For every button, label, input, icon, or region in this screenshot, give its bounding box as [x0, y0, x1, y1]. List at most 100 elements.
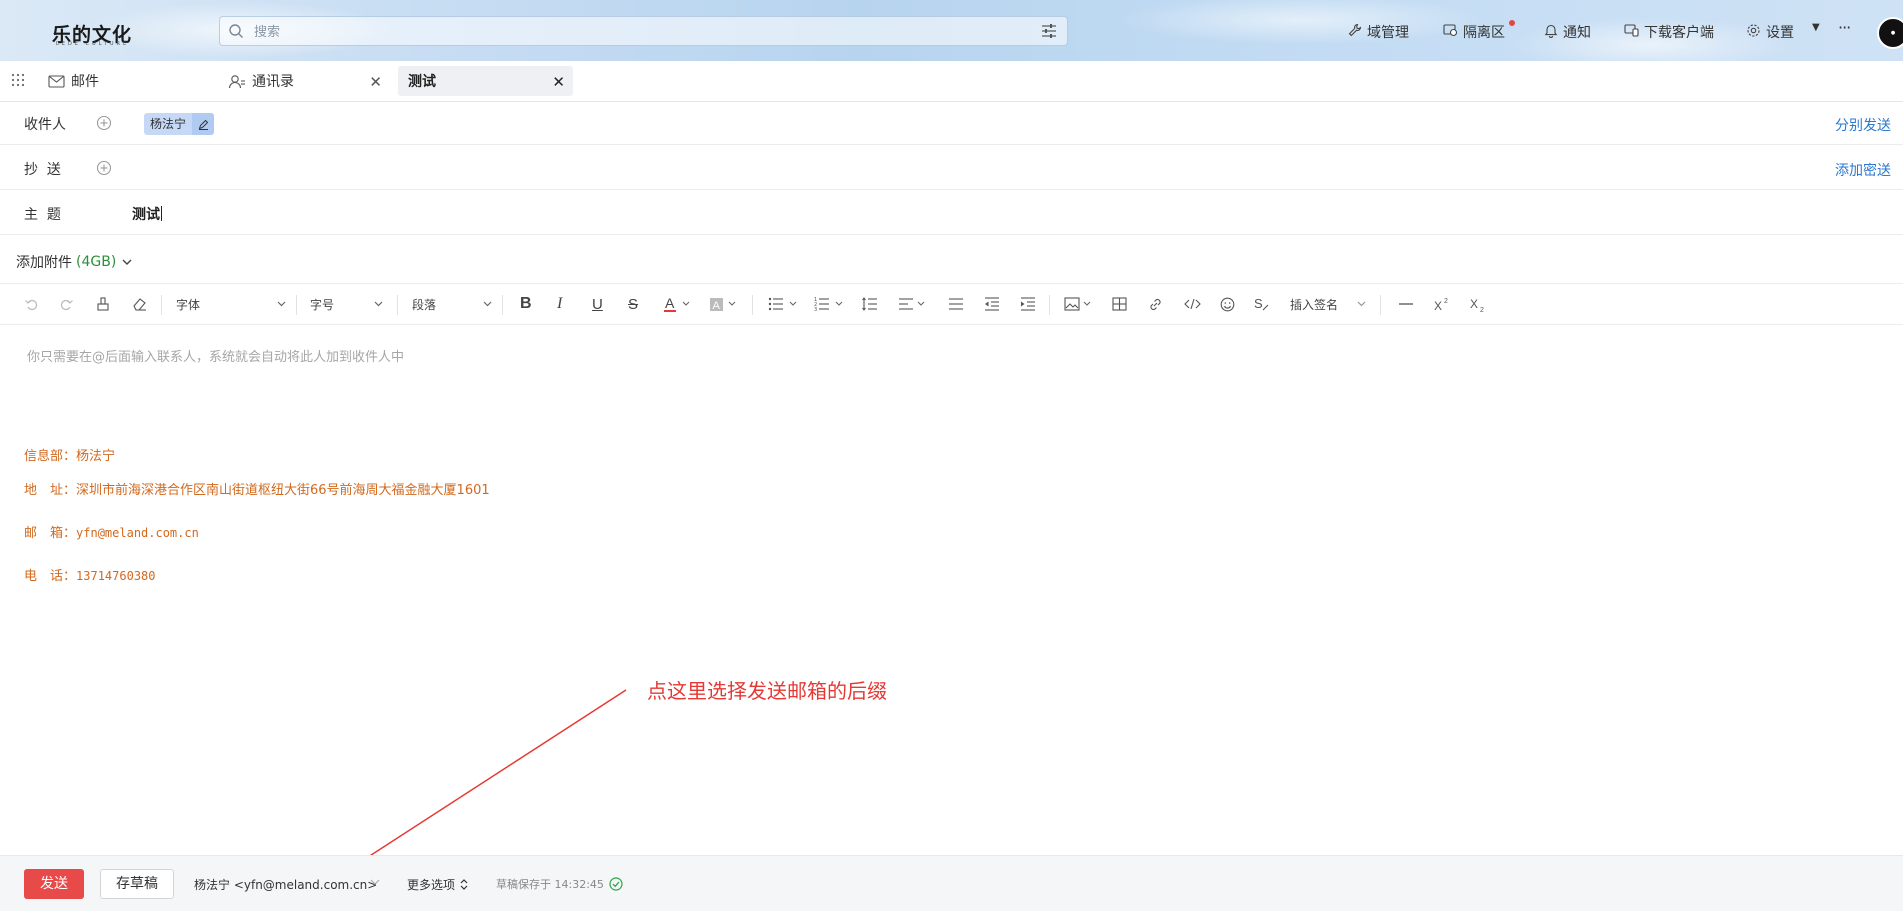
chevron-down-icon [1357, 301, 1366, 307]
signature-line-department: 信息部：杨法宁 [24, 449, 116, 464]
horizontal-rule-icon[interactable] [1398, 294, 1414, 314]
tab-mail[interactable]: 邮件 [48, 66, 208, 96]
insert-link-icon[interactable] [1148, 294, 1163, 314]
toolbar-divider [397, 295, 398, 315]
up-down-chevron-icon [460, 879, 468, 890]
add-bcc-link[interactable]: 添加密送 [1835, 160, 1891, 180]
chevron-down-icon [277, 301, 286, 307]
strikethrough-icon[interactable]: S [628, 294, 638, 314]
add-cc-icon[interactable] [96, 160, 112, 180]
add-recipient-icon[interactable] [96, 115, 112, 135]
cc-row: 抄 送 添加密送 [0, 146, 1903, 190]
highlight-color-icon[interactable]: A [710, 294, 738, 314]
compose-footer: 发送 存草稿 杨法宁 <yfn@meland.com.cn> 更多选项 草稿保存… [0, 855, 1903, 911]
quarantine-icon [1443, 23, 1458, 41]
redo-icon[interactable] [60, 294, 74, 314]
bulleted-list-icon[interactable] [768, 294, 802, 314]
signature-line-address: 地 址：深圳市前海深港合作区南山街道枢纽大街66号前海周大福金融大厦1601 [24, 483, 490, 498]
line-height-icon[interactable] [862, 294, 878, 314]
recipient-chip[interactable]: 杨法宁 [144, 113, 215, 135]
nav-quarantine[interactable]: 隔离区 [1443, 20, 1515, 42]
toolbar-divider [1049, 295, 1050, 315]
paragraph-select[interactable]: 段落 [412, 294, 492, 314]
nav-download-client[interactable]: 下载客户端 [1624, 22, 1714, 42]
envelope-icon [48, 74, 65, 88]
svg-text:S: S [1254, 297, 1263, 311]
indent-icon[interactable] [1020, 294, 1036, 314]
contacts-icon [228, 74, 246, 89]
format-painter-icon[interactable] [96, 294, 110, 314]
toolbar-divider [1380, 295, 1381, 315]
filter-settings-icon[interactable] [1041, 24, 1057, 42]
more-options-button[interactable]: 更多选项 [407, 876, 468, 893]
signature-line-phone: 电 话：13714760380 [24, 569, 156, 584]
font-family-select[interactable]: 字体 [176, 294, 286, 314]
chevron-down-icon [122, 259, 132, 266]
app-grid-icon[interactable] [11, 73, 25, 91]
insert-signature-select[interactable]: 插入签名 [1290, 294, 1366, 314]
underline-icon[interactable]: U [592, 294, 603, 314]
send-button[interactable]: 发送 [24, 869, 84, 899]
svg-text:3: 3 [814, 307, 817, 311]
font-color-icon[interactable]: A [664, 294, 692, 314]
top-bar: 乐的文化 LEDE CULTURE 域管理 隔离区 通知 下载客户端 [0, 0, 1903, 61]
close-tab-contacts-icon[interactable]: ✕ [369, 73, 382, 91]
cc-label: 抄 送 [24, 162, 61, 178]
quarantine-badge-dot [1509, 20, 1515, 26]
nav-settings[interactable]: 设置 [1746, 22, 1794, 42]
signature-line-email: 邮 箱：yfn@meland.com.cn [24, 526, 199, 541]
insert-image-icon[interactable] [1064, 294, 1096, 314]
tab-contacts[interactable]: 通讯录 ✕ [228, 66, 390, 96]
avatar-image: ● [1890, 30, 1896, 36]
svg-text:2: 2 [1480, 307, 1484, 312]
draft-saved-status: 草稿保存于 14:32:45 [496, 876, 623, 892]
undo-icon[interactable] [24, 294, 38, 314]
save-draft-button[interactable]: 存草稿 [100, 869, 174, 899]
nav-notifications[interactable]: 通知 [1544, 22, 1591, 42]
close-tab-compose-icon[interactable]: ✕ [552, 73, 565, 91]
text-cursor [161, 206, 162, 221]
toolbar-divider [296, 295, 297, 315]
svg-text:A: A [713, 300, 721, 312]
font-size-select[interactable]: 字号 [310, 294, 383, 314]
subscript-icon[interactable]: X2 [1470, 294, 1486, 314]
edit-pencil-icon[interactable] [192, 113, 215, 135]
add-attachment-button[interactable]: 添加附件 (4GB) [16, 252, 132, 272]
user-avatar[interactable]: ● [1877, 17, 1903, 49]
devices-icon [1624, 23, 1639, 41]
chevron-down-icon [374, 301, 383, 307]
bell-icon [1544, 23, 1558, 42]
subject-row[interactable]: 主 题 测试 [0, 191, 1903, 235]
send-separately-link[interactable]: 分别发送 [1835, 115, 1891, 135]
sender-address-select[interactable]: 杨法宁 <yfn@meland.com.cn> [194, 876, 377, 893]
subject-input[interactable]: 测试 [132, 204, 162, 224]
insert-table-icon[interactable] [1112, 294, 1127, 314]
account-dropdown-caret-icon[interactable]: ▼ [1812, 22, 1820, 33]
emoji-icon[interactable] [1220, 294, 1235, 314]
bold-icon[interactable]: B [520, 294, 532, 314]
sender-chevron-down-icon[interactable] [370, 875, 380, 890]
more-icon[interactable]: ··· [1838, 18, 1851, 37]
svg-text:X: X [1470, 297, 1478, 311]
code-icon[interactable] [1184, 294, 1201, 314]
toolbar-divider [752, 295, 753, 315]
svg-text:A: A [665, 296, 675, 311]
tab-compose-test[interactable]: 测试 ✕ [398, 66, 573, 96]
nav-domain-admin[interactable]: 域管理 [1348, 22, 1409, 42]
gear-icon [1746, 23, 1761, 42]
outdent-icon[interactable] [984, 294, 1000, 314]
search-input[interactable] [252, 21, 1016, 43]
chevron-down-icon [483, 301, 492, 307]
wrench-icon [1348, 23, 1362, 41]
italic-icon[interactable]: I [557, 294, 562, 314]
clear-format-eraser-icon[interactable] [132, 294, 147, 314]
text-align-icon[interactable] [898, 294, 930, 314]
justify-icon[interactable] [948, 294, 964, 314]
tab-bar: 邮件 通讯录 ✕ 测试 ✕ [0, 61, 1903, 102]
editor-body[interactable]: 你只需要在@后面输入联系人，系统就会自动将此人加到收件人中 信息部：杨法宁 地 … [0, 325, 1903, 855]
toolbar-divider [161, 295, 162, 315]
clear-style-icon[interactable]: S [1254, 294, 1270, 314]
numbered-list-icon[interactable]: 123 [814, 294, 848, 314]
superscript-icon[interactable]: X2 [1434, 294, 1450, 314]
search-box[interactable] [219, 16, 1068, 46]
